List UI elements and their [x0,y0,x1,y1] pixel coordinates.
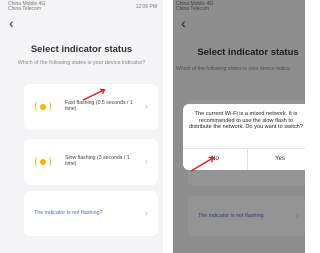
page-subtitle: Which of the following states is your de… [17,60,146,66]
indicator-light-icon [35,155,51,169]
chevron-right-icon: › [145,208,148,218]
indicator-light-icon [35,100,51,114]
dialog-message: The current Wi-Fi is a mixed network. It… [189,111,303,131]
left-screen: China Mobile 4G China Telecom 12:06 PM ‹… [0,0,163,253]
status-time: 12:06 PM [135,4,157,10]
page-title: Select indicator status [30,44,133,55]
option-not-flashing[interactable]: The indicator is not flashing? › [24,191,158,236]
option-slow-flashing[interactable]: Slow flashing (3 seconds / 1 time) › [24,139,158,185]
not-flashing-link: The indicator is not flashing? [34,210,103,216]
option-label: Slow flashing (3 seconds / 1 time) [65,155,130,167]
right-screen: China Mobile 4G China Telecom ‹ Select i… [173,0,305,253]
chevron-right-icon: › [145,156,148,166]
status-bar: China Mobile 4G China Telecom 12:06 PM [0,0,163,13]
status-carrier: China Mobile 4G China Telecom [8,1,46,12]
back-icon[interactable]: ‹ [9,16,14,30]
chevron-right-icon: › [145,101,148,111]
annotation-arrow-icon [82,88,106,101]
annotation-arrow-icon [190,156,215,172]
yes-button[interactable]: Yes [248,148,305,170]
